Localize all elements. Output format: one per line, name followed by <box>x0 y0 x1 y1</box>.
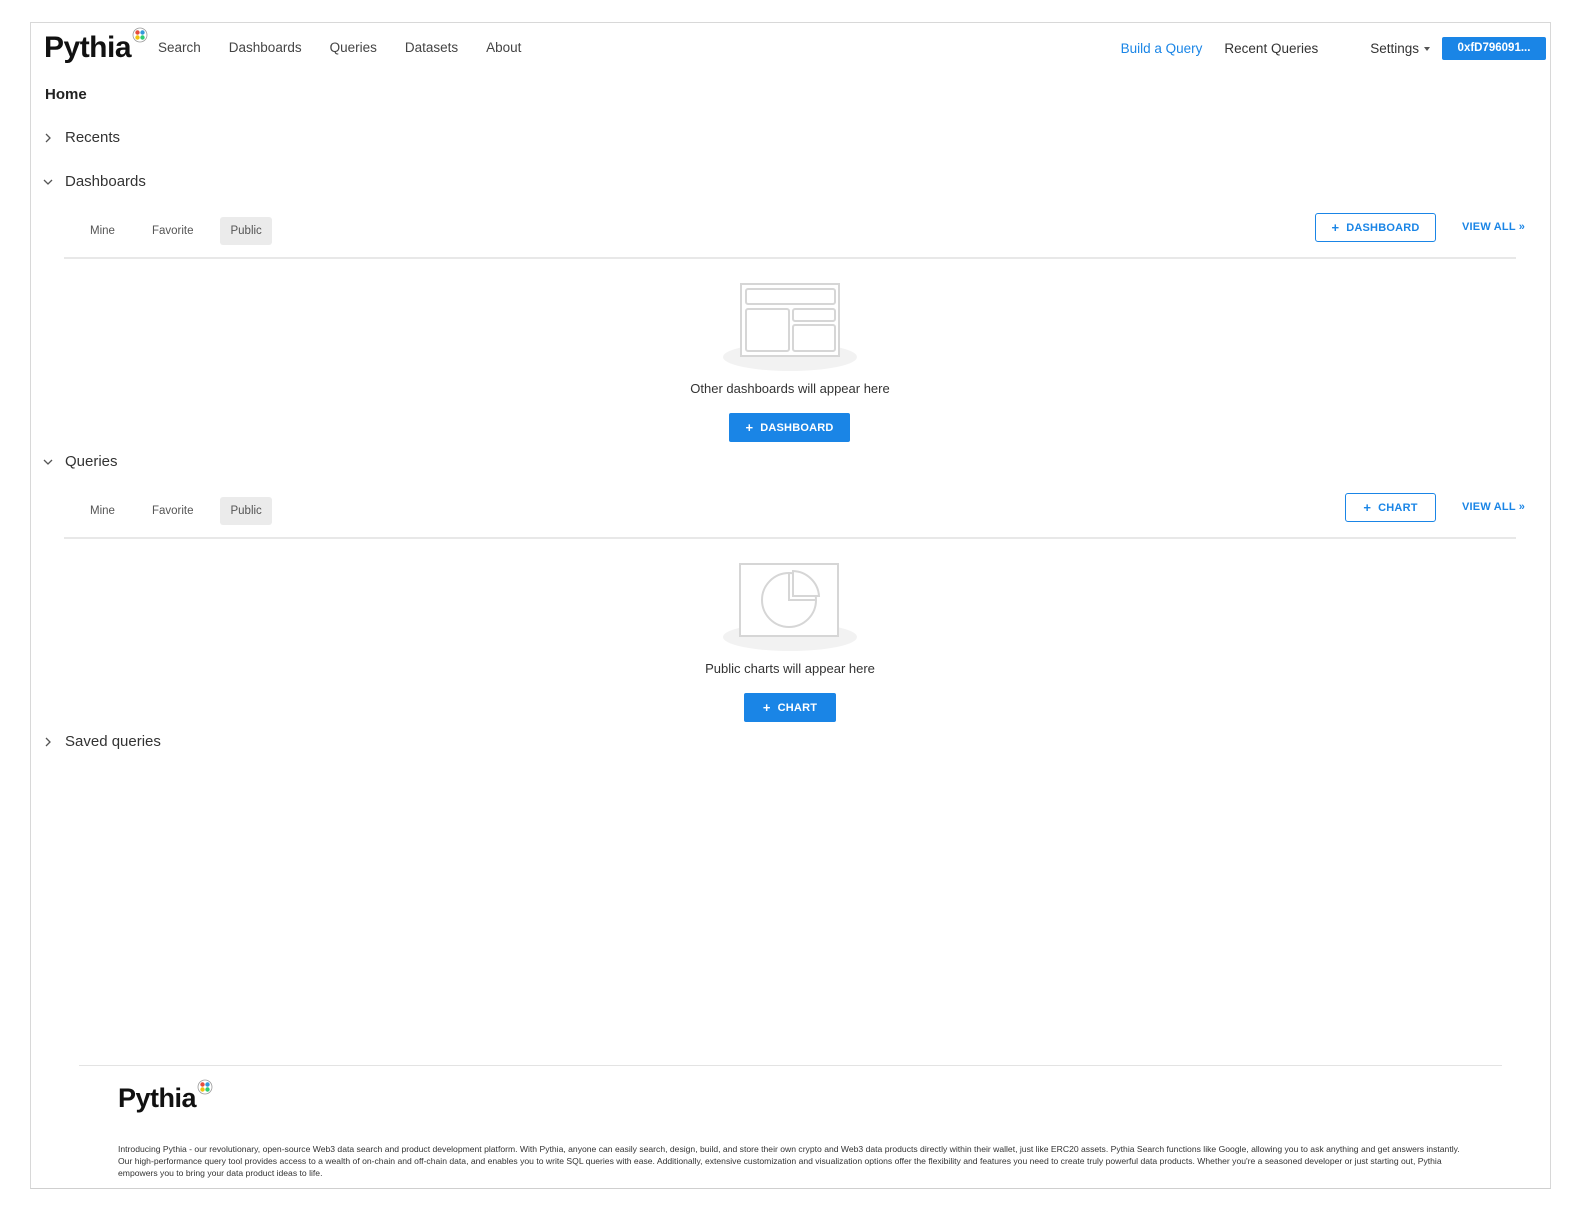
footer-brand-name: Pythia <box>118 1083 197 1113</box>
create-chart-button[interactable]: + CHART <box>744 693 836 722</box>
footer-description: Introducing Pythia - our revolutionary, … <box>118 1144 1460 1179</box>
dashboards-empty-text: Other dashboards will appear here <box>690 381 890 396</box>
recents-label: Recents <box>65 129 121 146</box>
saved-queries-label: Saved queries <box>65 733 161 750</box>
plus-icon: + <box>745 420 754 435</box>
dashboards-label: Dashboards <box>65 173 146 190</box>
queries-divider <box>64 537 1516 539</box>
plus-icon: + <box>762 700 771 715</box>
plus-icon: + <box>1331 220 1340 235</box>
recent-queries-link[interactable]: Recent Queries <box>1224 41 1318 56</box>
add-dashboard-label: DASHBOARD <box>1346 221 1420 234</box>
build-query-link[interactable]: Build a Query <box>1121 41 1203 56</box>
wallet-button[interactable]: 0xfD796091... <box>1442 37 1546 60</box>
brand-logo[interactable]: Pythia <box>44 27 148 69</box>
brand-mark-icon <box>132 27 148 43</box>
top-navbar: Pythia Search Dashboards Queries Dataset… <box>31 23 1550 73</box>
nav-search[interactable]: Search <box>158 39 201 57</box>
add-dashboard-button[interactable]: + DASHBOARD <box>1315 213 1436 242</box>
tab-queries-public[interactable]: Public <box>220 497 272 525</box>
tab-dashboards-favorite[interactable]: Favorite <box>142 217 204 245</box>
dashboards-view-all-link[interactable]: VIEW ALL » <box>1462 221 1525 233</box>
chevron-right-icon <box>45 737 51 746</box>
chevron-down-icon <box>43 459 53 465</box>
pie-chart-placeholder-icon <box>723 563 857 651</box>
main-nav: Search Dashboards Queries Datasets About <box>158 39 549 57</box>
footer-divider <box>79 1065 1502 1066</box>
dashboard-placeholder-icon <box>723 283 857 371</box>
nav-about[interactable]: About <box>486 39 521 57</box>
recents-section-header[interactable]: Recents <box>43 129 120 146</box>
dashboards-tabs: Mine Favorite Public <box>80 217 272 245</box>
tab-queries-mine[interactable]: Mine <box>80 497 125 525</box>
chevron-down-icon <box>43 179 53 185</box>
plus-icon: + <box>1363 500 1372 515</box>
nav-queries[interactable]: Queries <box>330 39 377 57</box>
brand-name: Pythia <box>44 31 132 64</box>
tab-dashboards-public[interactable]: Public <box>220 217 272 245</box>
nav-datasets[interactable]: Datasets <box>405 39 458 57</box>
queries-section-header[interactable]: Queries <box>43 453 118 470</box>
settings-menu[interactable]: Settings <box>1370 41 1430 56</box>
nav-right: Build a Query Recent Queries Settings 0x… <box>1121 37 1546 60</box>
brand-mark-icon <box>197 1079 213 1095</box>
create-dashboard-button[interactable]: + DASHBOARD <box>729 413 850 442</box>
tab-queries-favorite[interactable]: Favorite <box>142 497 204 525</box>
queries-label: Queries <box>65 453 118 470</box>
queries-empty-text: Public charts will appear here <box>705 661 875 676</box>
tab-dashboards-mine[interactable]: Mine <box>80 217 125 245</box>
nav-dashboards[interactable]: Dashboards <box>229 39 302 57</box>
saved-queries-section-header[interactable]: Saved queries <box>43 733 161 750</box>
settings-label: Settings <box>1370 41 1419 56</box>
create-chart-label: CHART <box>777 701 818 714</box>
page-title: Home <box>45 86 87 103</box>
dashboards-divider <box>64 257 1516 259</box>
app-window: Pythia Search Dashboards Queries Dataset… <box>30 22 1551 1189</box>
add-chart-button[interactable]: + CHART <box>1345 493 1436 522</box>
chevron-right-icon <box>45 133 51 142</box>
add-chart-label: CHART <box>1378 501 1418 514</box>
footer-logo: Pythia <box>118 1079 213 1115</box>
caret-down-icon <box>1424 46 1430 51</box>
dashboards-section-header[interactable]: Dashboards <box>43 173 146 190</box>
queries-view-all-link[interactable]: VIEW ALL » <box>1462 501 1525 513</box>
queries-tabs: Mine Favorite Public <box>80 497 272 525</box>
create-dashboard-label: DASHBOARD <box>760 421 834 434</box>
